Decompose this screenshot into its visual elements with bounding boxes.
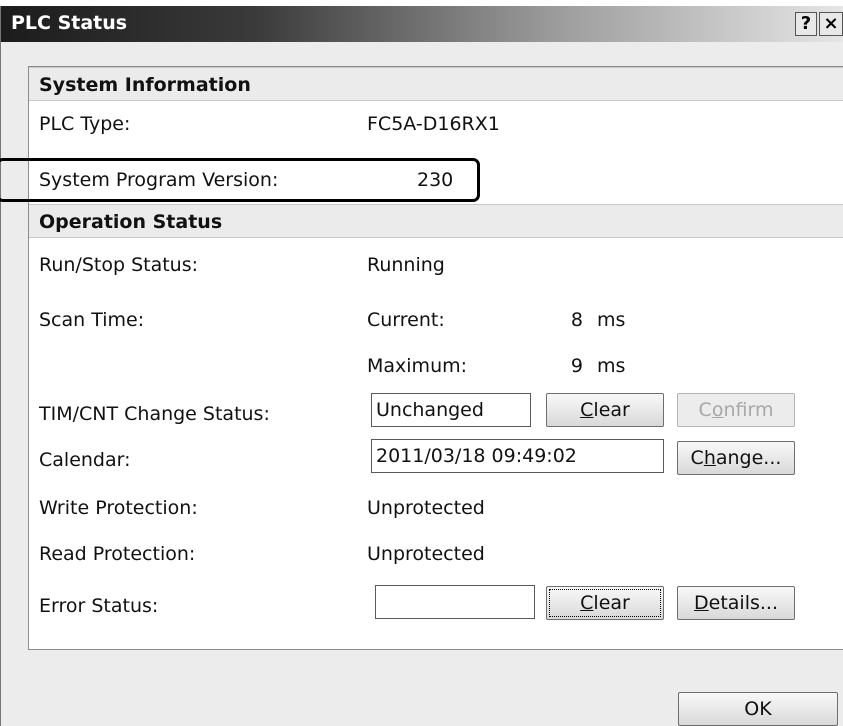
- run-stop-value: Running: [367, 254, 445, 276]
- read-protection-value: Unprotected: [367, 543, 485, 565]
- calendar-change-button[interactable]: Change...: [677, 441, 795, 475]
- details-button[interactable]: Details...: [677, 586, 795, 620]
- calendar-label: Calendar:: [39, 449, 131, 471]
- change-text-pre: C: [690, 447, 704, 469]
- error-status-field: [375, 585, 535, 619]
- timcnt-label: TIM/CNT Change Status:: [39, 403, 270, 425]
- plc-type-label: PLC Type:: [39, 113, 131, 135]
- status-panel: System Information PLC Type: FC5A-D16RX1…: [28, 66, 843, 650]
- ok-button[interactable]: OK: [678, 692, 838, 726]
- timcnt-clear-button[interactable]: Clear: [546, 393, 664, 427]
- timcnt-clear-text: lear: [593, 399, 630, 421]
- section-header-operation-status: Operation Status: [29, 204, 843, 238]
- timcnt-clear-accel: C: [580, 399, 594, 421]
- scan-max-value: 9: [570, 355, 583, 377]
- help-button[interactable]: ?: [795, 12, 817, 36]
- title-bar: PLC Status ? ×: [1, 6, 843, 42]
- scan-current-value: 8: [570, 309, 583, 331]
- read-protection-label: Read Protection:: [39, 543, 196, 565]
- window-title: PLC Status: [11, 12, 128, 34]
- scan-max-unit: ms: [597, 355, 626, 377]
- change-accel: h: [703, 447, 716, 469]
- section-header-system-information: System Information: [29, 67, 843, 101]
- error-clear-text: lear: [593, 592, 630, 614]
- write-protection-value: Unprotected: [367, 497, 485, 519]
- scan-time-label: Scan Time:: [39, 309, 145, 331]
- close-button[interactable]: ×: [819, 12, 843, 36]
- write-protection-label: Write Protection:: [39, 497, 198, 519]
- details-text: etails...: [708, 592, 778, 614]
- error-status-label: Error Status:: [39, 595, 159, 617]
- timcnt-status-field: Unchanged: [371, 393, 531, 427]
- calendar-field: 2011/03/18 09:49:02: [371, 439, 664, 473]
- error-clear-button[interactable]: Clear: [546, 586, 664, 620]
- scan-current-label: Current:: [367, 309, 445, 331]
- confirm-accel: o: [711, 399, 724, 421]
- scan-current-unit: ms: [597, 309, 626, 331]
- plc-type-value: FC5A-D16RX1: [367, 113, 500, 135]
- highlight-callout-outline: [0, 158, 480, 202]
- scan-max-label: Maximum:: [367, 355, 468, 377]
- confirm-text-pre: C: [698, 399, 712, 421]
- details-accel: D: [694, 592, 709, 614]
- change-text-post: ange...: [715, 447, 782, 469]
- confirm-button[interactable]: Confirm: [677, 393, 795, 427]
- run-stop-label: Run/Stop Status:: [39, 254, 199, 276]
- error-clear-accel: C: [580, 592, 594, 614]
- confirm-text-post: nfirm: [723, 399, 774, 421]
